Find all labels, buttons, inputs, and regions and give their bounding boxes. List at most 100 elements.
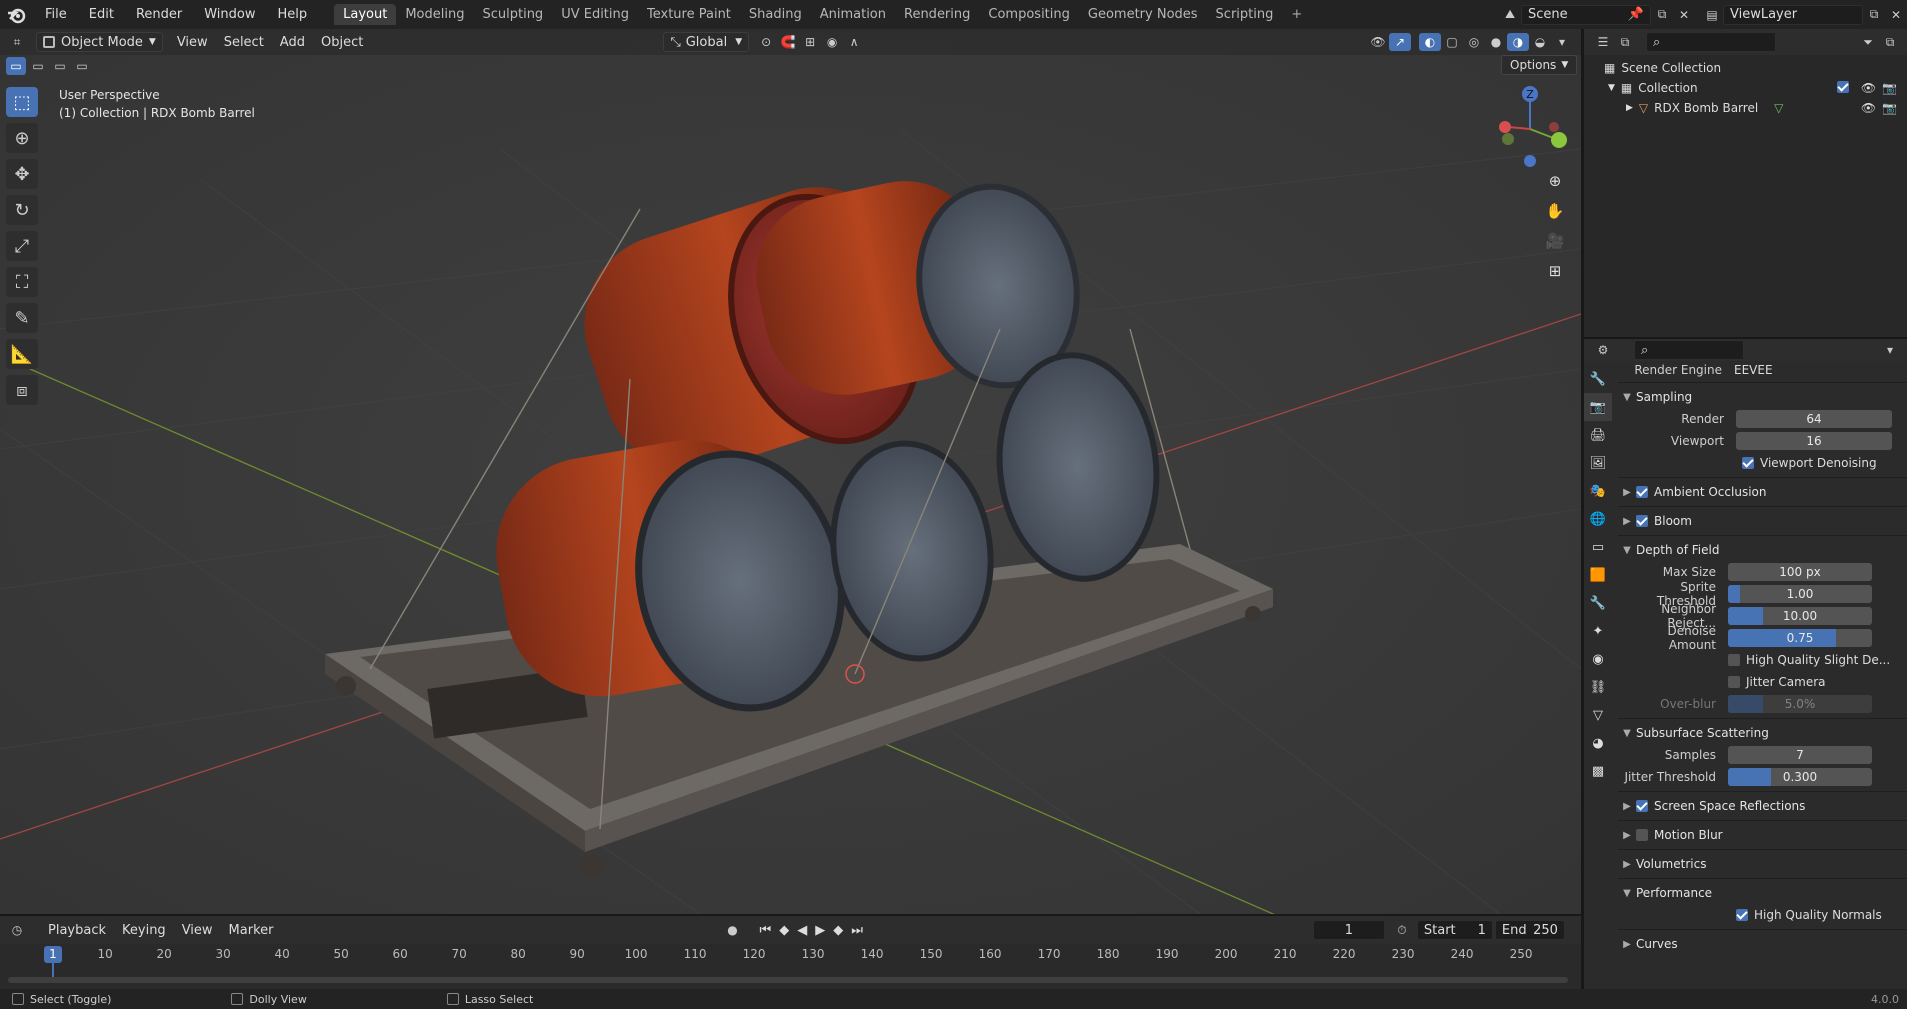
stopwatch-icon[interactable]: ⏱ <box>1391 921 1413 939</box>
delete-view-layer-icon[interactable]: ✕ <box>1885 6 1907 24</box>
motion-blur-panel-header[interactable]: ▶ Motion Blur <box>1618 824 1907 846</box>
outliner-row-collection[interactable]: ▼ ▦ Collection 👁 📷 <box>1584 78 1907 98</box>
snap-target-icon[interactable]: ⊞ <box>799 33 821 51</box>
outliner-row-object[interactable]: ▶ ▽ RDX Bomb Barrel ▽ 👁 📷 <box>1584 98 1907 118</box>
new-collection-icon[interactable]: ⧉ <box>1879 33 1901 51</box>
tab-sculpting[interactable]: Sculpting <box>473 4 552 25</box>
sss-samples-field[interactable]: 7 <box>1728 746 1872 764</box>
xray-icon[interactable]: ▢ <box>1441 33 1463 51</box>
viewport-menu-add[interactable]: Add <box>272 35 313 50</box>
tab-shading[interactable]: Shading <box>740 4 811 25</box>
filter-icon[interactable]: ⏷ <box>1857 33 1879 51</box>
curves-panel-header[interactable]: ▶ Curves <box>1618 933 1907 955</box>
dof-panel-header[interactable]: ▼ Depth of Field <box>1618 539 1907 561</box>
timeline-menu-playback[interactable]: Playback <box>40 923 114 938</box>
expand-arrow-icon[interactable]: ▶ <box>1626 103 1633 113</box>
jump-end-icon[interactable]: ⏭ <box>851 923 863 938</box>
world-tab-icon[interactable]: 🌐 <box>1584 505 1612 533</box>
eye-icon[interactable]: 👁 <box>1861 101 1876 115</box>
proportional-edit-icon[interactable]: ◉ <box>821 33 843 51</box>
3d-viewport[interactable]: ⌗ Object Mode ▼ View Select Add Object ⤡ G… <box>0 29 1581 914</box>
output-tab-icon[interactable]: 🖨 <box>1584 421 1612 449</box>
viewport-denoising-checkbox[interactable] <box>1742 457 1754 469</box>
zoom-icon[interactable]: ⊕ <box>1541 167 1569 195</box>
annotate-tool-icon[interactable]: ✎ <box>6 303 38 333</box>
editor-type-icon[interactable]: ⌗ <box>6 33 28 51</box>
ambient-occlusion-checkbox[interactable] <box>1636 486 1648 498</box>
data-tab-icon[interactable]: ▽ <box>1584 701 1612 729</box>
viewport-samples-field[interactable]: 16 <box>1736 432 1892 450</box>
collection-include-checkbox[interactable] <box>1836 81 1849 93</box>
ssr-panel-header[interactable]: ▶ Screen Space Reflections <box>1618 795 1907 817</box>
transform-orientation-dropdown[interactable]: ⤡ Global ▼ <box>663 32 750 52</box>
render-tab-icon[interactable]: 📷 <box>1584 393 1612 421</box>
viewport-menu-object[interactable]: Object <box>313 35 371 50</box>
bloom-panel-header[interactable]: ▶ Bloom <box>1618 510 1907 532</box>
menu-window[interactable]: Window <box>193 7 266 22</box>
play-reverse-icon[interactable]: ◀ <box>797 923 807 938</box>
properties-content[interactable]: Render Engine EEVEE ▼ Sampling Render 64 Vi… <box>1618 339 1907 1009</box>
modifier-tab-icon[interactable]: 🔧 <box>1584 589 1612 617</box>
outliner-row-scene-collection[interactable]: ▦ Scene Collection <box>1584 58 1907 78</box>
constraints-tab-icon[interactable]: ⛓ <box>1584 673 1612 701</box>
select-new-icon[interactable]: ▭ <box>6 57 26 75</box>
material-tab-icon[interactable]: ◕ <box>1584 729 1612 757</box>
menu-help[interactable]: Help <box>267 7 319 22</box>
expand-arrow-icon[interactable]: ▼ <box>1608 83 1615 93</box>
add-workspace-button[interactable]: + <box>1282 4 1311 25</box>
material-shading-icon[interactable]: ◑ <box>1507 33 1529 51</box>
hq-slight-defocus-checkbox[interactable] <box>1728 654 1740 666</box>
sprite-threshold-slider[interactable]: 1.00 <box>1728 585 1872 603</box>
render-engine-value[interactable]: EEVEE <box>1734 363 1773 377</box>
render-samples-field[interactable]: 64 <box>1736 410 1892 428</box>
rotate-tool-icon[interactable]: ↻ <box>6 195 38 225</box>
tab-animation[interactable]: Animation <box>811 4 895 25</box>
physics-tab-icon[interactable]: ◉ <box>1584 645 1612 673</box>
outliner-search-input[interactable]: ⌕ <box>1646 32 1776 52</box>
transform-tool-icon[interactable]: ⛶ <box>6 267 38 297</box>
rendered-shading-icon[interactable]: ◒ <box>1529 33 1551 51</box>
clock-editor-icon[interactable]: ◷ <box>6 921 28 939</box>
camera-icon[interactable]: 📷 <box>1882 81 1897 95</box>
playhead-marker[interactable]: 1 <box>44 946 62 963</box>
display-mode-icon[interactable]: ⧉ <box>1614 33 1636 51</box>
new-view-layer-icon[interactable]: ⧉ <box>1863 6 1885 24</box>
tab-layout[interactable]: Layout <box>334 4 397 25</box>
snap-icon[interactable]: 🧲 <box>777 33 799 51</box>
sampling-panel-header[interactable]: ▼ Sampling <box>1618 386 1907 408</box>
tab-rendering[interactable]: Rendering <box>895 4 979 25</box>
pin-icon[interactable]: 📌 <box>1628 7 1644 22</box>
play-icon[interactable]: ▶ <box>815 923 825 938</box>
performance-panel-header[interactable]: ▼ Performance <box>1618 882 1907 904</box>
ssr-checkbox[interactable] <box>1636 800 1648 812</box>
jitter-camera-checkbox[interactable] <box>1728 676 1740 688</box>
texture-tab-icon[interactable]: ▩ <box>1584 757 1612 785</box>
gizmo-toggle-icon[interactable]: ↗ <box>1389 33 1411 51</box>
view-layer-selector[interactable]: ViewLayer <box>1723 4 1863 25</box>
select-extend-icon[interactable]: ▭ <box>28 57 48 75</box>
move-tool-icon[interactable]: ✥ <box>6 159 38 189</box>
camera-view-icon[interactable]: 🎥 <box>1541 227 1569 255</box>
scale-tool-icon[interactable]: ⤢ <box>6 231 38 261</box>
tab-texture-paint[interactable]: Texture Paint <box>638 4 740 25</box>
solid-shading-icon[interactable]: ● <box>1485 33 1507 51</box>
hq-normals-checkbox[interactable] <box>1736 909 1748 921</box>
mode-dropdown[interactable]: Object Mode ▼ <box>36 32 163 52</box>
tab-compositing[interactable]: Compositing <box>979 4 1079 25</box>
neighbor-reject-slider[interactable]: 10.00 <box>1728 607 1872 625</box>
timeline-menu-keying[interactable]: Keying <box>114 923 174 938</box>
viewport-menu-view[interactable]: View <box>169 35 216 50</box>
menu-file[interactable]: File <box>34 7 78 22</box>
mesh-data-icon[interactable]: ▽ <box>1774 101 1783 115</box>
next-keyframe-icon[interactable]: ◆ <box>833 923 843 938</box>
record-icon[interactable]: ● <box>721 921 743 939</box>
options-button[interactable]: Options ▼ <box>1501 55 1578 75</box>
volumetrics-panel-header[interactable]: ▶ Volumetrics <box>1618 853 1907 875</box>
pivot-icon[interactable]: ⊙ <box>755 33 777 51</box>
scene-tab-icon[interactable]: 🎭 <box>1584 477 1612 505</box>
cursor-tool-icon[interactable]: ⊕ <box>6 123 38 153</box>
timeline-ruler[interactable]: 1 10 20 30 40 50 60 70 80 90 100 110 120 130 140 150 160… <box>0 946 1581 977</box>
sss-panel-header[interactable]: ▼ Subsurface Scattering <box>1618 722 1907 744</box>
timeline-menu-marker[interactable]: Marker <box>221 923 282 938</box>
select-subtract-icon[interactable]: ▭ <box>50 57 70 75</box>
